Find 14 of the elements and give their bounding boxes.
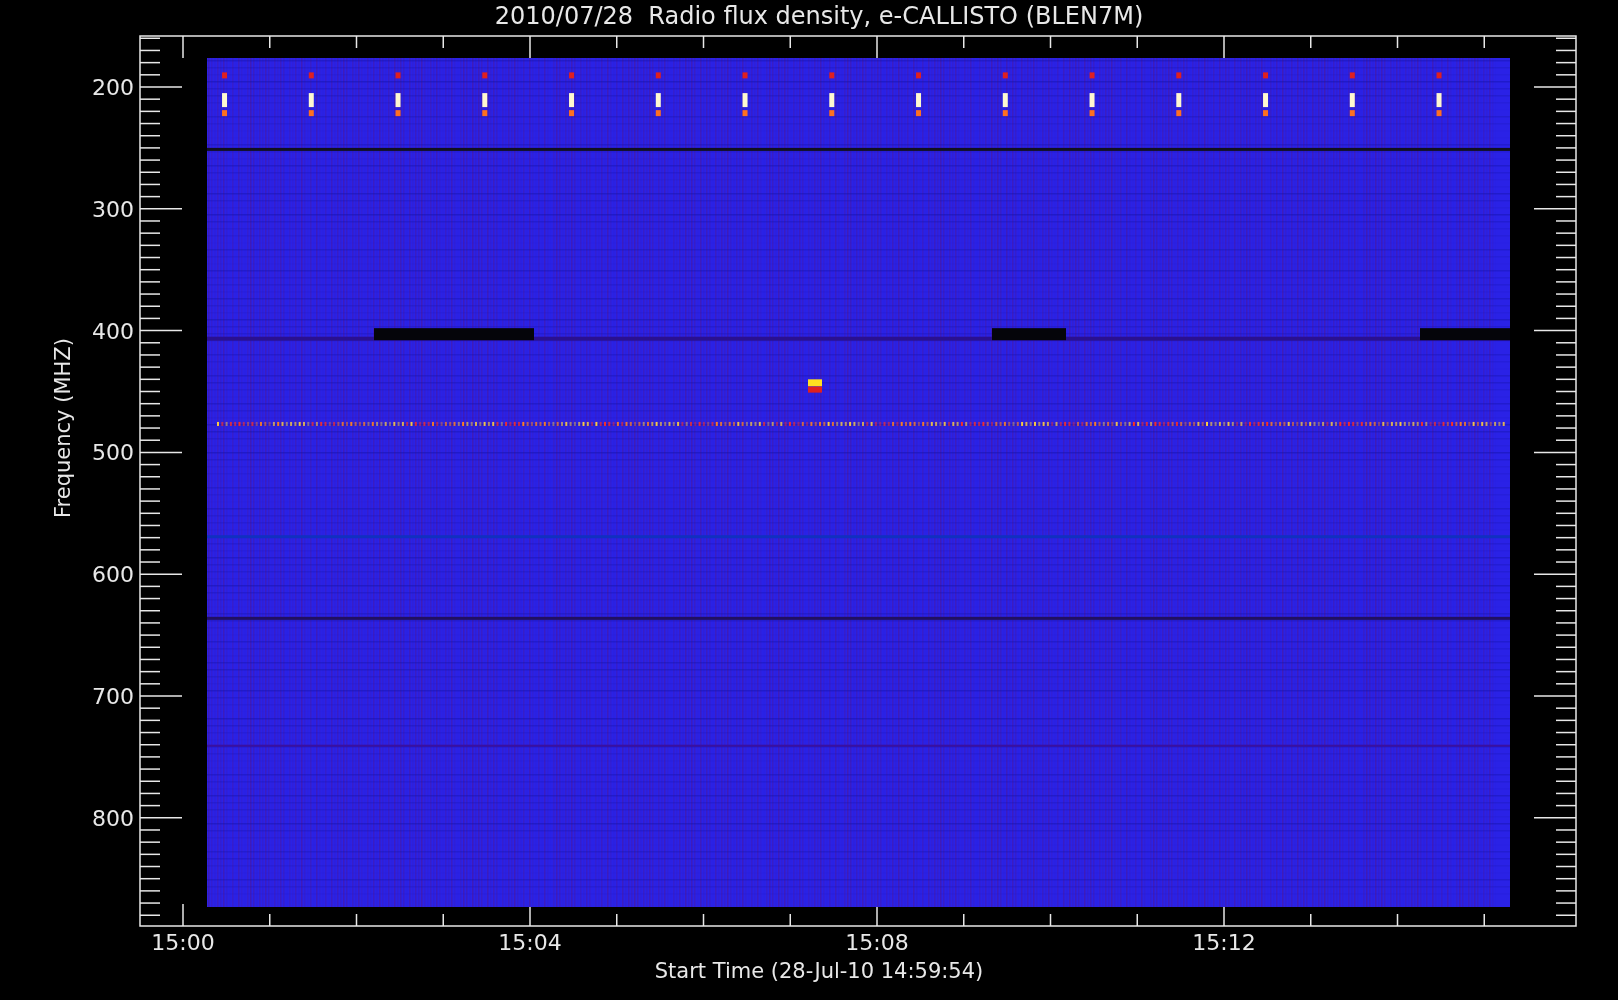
axis-tick-label: 800 [92,805,134,831]
axis-tick-label: 15:04 [498,930,562,955]
axis-tick-label: 600 [92,562,134,588]
axis-tick-label: 15:08 [845,930,909,955]
axis-label: Start Time (28-Jul-10 14:59:54) [653,958,984,984]
axis-label: Frequency (MHZ) [51,338,75,518]
axis-tick-label: 200 [92,75,134,100]
axis-tick-label: 700 [92,684,134,709]
axis-tick-label: 500 [92,440,134,466]
axis-tick-label: 15:00 [151,930,215,955]
axis-tick-label: 300 [92,196,134,222]
axis-tick-label: 15:12 [1192,930,1256,955]
chart-title: 2010/07/28 Radio flux density, e-CALLISTO (BLEN7M) [493,1,1144,32]
axis-tick-label: 400 [92,318,134,344]
